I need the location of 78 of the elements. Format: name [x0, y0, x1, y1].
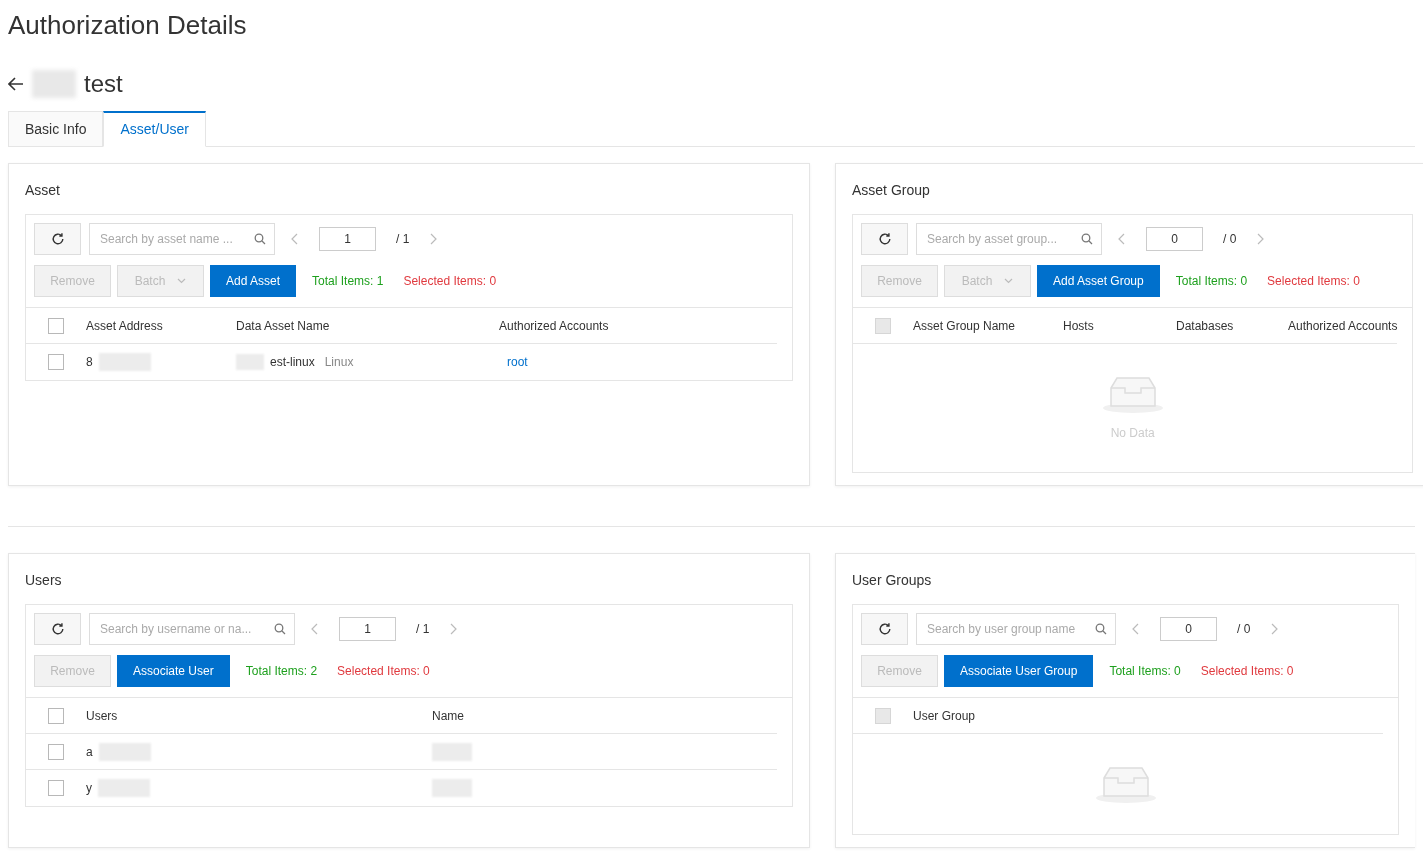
column-header: Authorized Accounts	[1288, 317, 1398, 335]
tab[interactable]: Asset/User	[103, 111, 206, 147]
search-icon	[1081, 233, 1093, 245]
column-header: Name	[432, 707, 464, 725]
previous-page-icon[interactable]	[311, 623, 319, 635]
search-icon	[274, 623, 286, 635]
selected-items: Selected Items: 0	[1200, 663, 1294, 680]
column-header: User Group	[913, 707, 976, 725]
total-items: Total Items: 0	[1175, 273, 1248, 290]
total-items: Total Items: 2	[245, 663, 318, 680]
refresh-icon	[50, 622, 65, 636]
detail-title: test	[84, 69, 123, 99]
total-pages: / 0	[1237, 621, 1251, 638]
caret-icon	[177, 278, 187, 284]
primary-button[interactable]: Add Asset Group	[1037, 265, 1160, 297]
table-cell-text: a	[86, 743, 93, 761]
panel-title: Users	[25, 571, 63, 590]
checkbox[interactable]	[48, 317, 64, 334]
total-items: Total Items: 0	[1109, 663, 1181, 680]
primary-button[interactable]: Associate User	[117, 655, 230, 687]
primary-button[interactable]: Add Asset	[210, 265, 297, 297]
empty-tray-icon	[1100, 374, 1165, 414]
column-header: Users	[86, 707, 119, 725]
refresh-button[interactable]	[34, 223, 81, 255]
search-icon	[1095, 623, 1107, 635]
previous-page-icon[interactable]	[291, 233, 299, 245]
column-header: Asset Address	[86, 317, 164, 335]
empty-tray-icon	[1093, 764, 1158, 804]
page-input[interactable]: 1	[319, 227, 376, 251]
column-header: Data Asset Name	[236, 317, 331, 335]
next-page-icon[interactable]	[429, 233, 438, 245]
selected-items: Selected Items: 0	[403, 273, 497, 290]
checkbox[interactable]	[48, 707, 64, 724]
account-link[interactable]: root	[507, 355, 528, 369]
panel-title: Asset	[25, 181, 61, 200]
primary-button[interactable]: Associate User Group	[944, 655, 1094, 687]
total-pages: / 1	[416, 621, 430, 638]
back-arrow-icon[interactable]	[8, 77, 24, 91]
page-input[interactable]: 0	[1146, 227, 1203, 251]
refresh-button[interactable]	[861, 223, 908, 255]
type-label: Linux	[324, 354, 354, 371]
table-cell-text: 8	[86, 354, 93, 371]
checkbox[interactable]	[48, 743, 64, 760]
next-page-icon[interactable]	[1256, 233, 1265, 245]
search-field[interactable]: Search by asset group...	[916, 223, 1102, 255]
column-header: Hosts	[1063, 317, 1095, 335]
checkbox[interactable]	[48, 354, 64, 370]
column-header: Authorized Accounts	[499, 317, 609, 335]
page-title: Authorization Details	[8, 9, 248, 42]
checkbox[interactable]	[48, 780, 64, 796]
table-cell-text: y	[86, 780, 92, 797]
search-field[interactable]: Search by asset name ...	[89, 223, 275, 255]
page-input[interactable]: 1	[339, 617, 396, 641]
previous-page-icon[interactable]	[1132, 623, 1140, 635]
total-pages: / 0	[1223, 231, 1237, 248]
refresh-icon	[877, 622, 892, 636]
selected-items: Selected Items: 0	[1267, 273, 1360, 290]
next-page-icon[interactable]	[449, 623, 458, 635]
refresh-button[interactable]	[34, 613, 81, 645]
search-field[interactable]: Search by user group name	[916, 613, 1116, 645]
selected-items: Selected Items: 0	[337, 663, 430, 680]
page-input[interactable]: 0	[1160, 617, 1217, 641]
previous-page-icon[interactable]	[1118, 233, 1126, 245]
refresh-button[interactable]	[861, 613, 908, 645]
table-cell-text: est-linux	[270, 354, 315, 371]
caret-icon	[1004, 278, 1014, 284]
panel-title: User Groups	[852, 571, 933, 590]
refresh-icon	[50, 232, 65, 246]
search-icon	[254, 233, 266, 245]
search-field[interactable]: Search by username or na...	[89, 613, 295, 645]
panel-title: Asset Group	[852, 181, 931, 200]
next-page-icon[interactable]	[1270, 623, 1279, 635]
total-pages: / 1	[396, 231, 410, 248]
column-header: Databases	[1176, 317, 1235, 335]
refresh-icon	[877, 232, 892, 246]
tab[interactable]: Basic Info	[8, 111, 104, 147]
column-header: Asset Group Name	[913, 317, 1017, 335]
total-items: Total Items: 1	[312, 273, 384, 290]
